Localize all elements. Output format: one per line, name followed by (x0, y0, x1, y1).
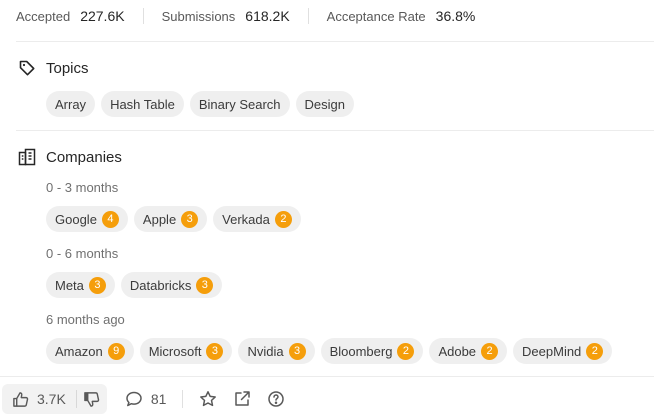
company-tags: Meta 3 Databricks 3 (46, 272, 228, 298)
period-label: 0 - 6 months (46, 246, 119, 261)
company-tag[interactable]: Verkada 2 (213, 206, 301, 232)
company-tags: Amazon 9 Microsoft 3 Nvidia 3 Bloomberg … (46, 338, 618, 364)
share-button[interactable] (225, 384, 259, 414)
thumbs-up-icon (12, 391, 29, 408)
divider (16, 41, 654, 42)
count-badge: 3 (288, 342, 306, 360)
topic-tag[interactable]: Design (295, 91, 354, 117)
company-tags: Google 4 Apple 3 Verkada 2 (46, 206, 307, 232)
stat-value: 227.6K (80, 8, 125, 24)
comment-count: 81 (150, 391, 167, 407)
company-name: Bloomberg (329, 343, 393, 359)
count-badge: 4 (101, 210, 119, 228)
comment-icon (125, 390, 143, 408)
count-badge: 2 (274, 210, 292, 228)
favorite-button[interactable] (191, 384, 225, 414)
tag-icon (18, 59, 36, 77)
count-badge: 9 (107, 342, 125, 360)
stat-accepted: Accepted 227.6K (16, 8, 125, 24)
company-name: Adobe (438, 343, 477, 359)
stat-label: Submissions (161, 8, 236, 24)
count-badge: 2 (481, 342, 499, 360)
vote-group: 3.7K (2, 384, 107, 414)
stat-submissions: Submissions 618.2K (162, 8, 290, 24)
topic-tag[interactable]: Array (46, 91, 96, 117)
stat-acceptance-rate: Acceptance Rate 36.8% (327, 8, 476, 24)
count-badge: 3 (181, 210, 199, 228)
period-label: 6 months ago (46, 312, 125, 327)
stat-value: 618.2K (245, 8, 290, 24)
like-count: 3.7K (37, 391, 66, 407)
topics-title: Topics (46, 59, 89, 77)
stats-row: Accepted 227.6K Submissions 618.2K Accep… (16, 6, 475, 26)
action-bar: 3.7K 81 (0, 383, 293, 415)
count-badge: 3 (196, 276, 214, 294)
stat-label: Accepted (16, 8, 71, 24)
stat-label: Acceptance Rate (326, 8, 426, 24)
count-badge: 2 (397, 342, 415, 360)
dislike-button[interactable] (77, 384, 107, 414)
company-tag[interactable]: Microsoft 3 (139, 338, 233, 364)
star-icon (199, 390, 217, 408)
company-name: Databricks (129, 277, 192, 293)
topic-tags: Array Hash Table Binary Search Design (46, 91, 360, 117)
thumbs-down-icon (83, 391, 100, 408)
company-tag[interactable]: Apple 3 (133, 206, 208, 232)
company-tag[interactable]: Amazon 9 (46, 338, 134, 364)
like-button[interactable]: 3.7K (2, 384, 76, 414)
count-badge: 2 (586, 342, 604, 360)
count-badge: 3 (206, 342, 224, 360)
company-tag[interactable]: Nvidia 3 (238, 338, 315, 364)
topic-tag[interactable]: Hash Table (101, 91, 184, 117)
company-tag[interactable]: Meta 3 (46, 272, 115, 298)
company-name: Microsoft (148, 343, 202, 359)
divider (182, 390, 184, 408)
company-name: Meta (55, 277, 84, 293)
stat-value: 36.8% (435, 8, 476, 24)
company-name: DeepMind (522, 343, 582, 359)
divider (307, 8, 309, 24)
comments-button[interactable]: 81 (117, 384, 175, 414)
companies-header[interactable]: Companies (18, 146, 122, 168)
help-button[interactable] (259, 384, 293, 414)
company-name: Amazon (55, 343, 103, 359)
company-name: Verkada (222, 211, 270, 227)
company-name: Google (55, 211, 97, 227)
share-icon (233, 390, 251, 408)
period-label: 0 - 3 months (46, 180, 119, 195)
company-tag[interactable]: Databricks 3 (120, 272, 223, 298)
divider (142, 8, 144, 24)
company-name: Apple (142, 211, 177, 227)
company-tag[interactable]: Adobe 2 (429, 338, 508, 364)
topic-tag[interactable]: Binary Search (189, 91, 290, 117)
divider (16, 130, 654, 131)
topics-header[interactable]: Topics (18, 57, 89, 79)
companies-title: Companies (46, 148, 122, 166)
company-tag[interactable]: Google 4 (46, 206, 128, 232)
help-icon (267, 390, 285, 408)
company-name: Nvidia (247, 343, 284, 359)
divider (0, 376, 654, 377)
company-tag[interactable]: Bloomberg 2 (320, 338, 424, 364)
count-badge: 3 (88, 276, 106, 294)
company-tag[interactable]: DeepMind 2 (513, 338, 613, 364)
building-icon (18, 148, 36, 166)
